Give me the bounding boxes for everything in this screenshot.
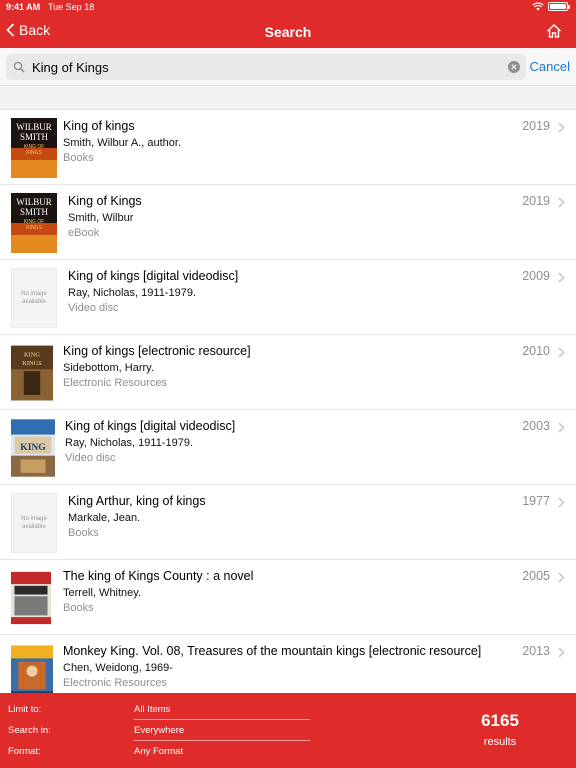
- results-list: WILBUR SMITH KING OF KINGS King of kings…: [0, 110, 576, 693]
- limit-to-selector[interactable]: All Items: [134, 704, 170, 715]
- result-format: Books: [68, 527, 99, 539]
- format-label: Format:: [8, 746, 41, 757]
- limit-to-label: Limit to:: [8, 704, 42, 715]
- result-title: King Arthur, king of kings: [68, 494, 206, 508]
- result-title: King of kings: [63, 119, 135, 133]
- no-image-text: No image available: [21, 291, 47, 305]
- search-filters-footer: Limit to: All Items Search in: Everywher…: [0, 693, 576, 768]
- result-format: Electronic Resources: [63, 677, 167, 689]
- result-format: Books: [63, 602, 94, 614]
- result-year: 1977: [522, 494, 550, 508]
- result-title: King of kings [digital videodisc]: [68, 269, 239, 283]
- svg-text:KING: KING: [20, 442, 46, 453]
- navigation-bar: Back Search: [0, 18, 576, 46]
- search-in-selector[interactable]: Everywhere: [134, 725, 184, 736]
- chevron-right-icon: [558, 497, 565, 508]
- result-year: 2003: [522, 419, 550, 433]
- divider: [134, 719, 310, 720]
- result-title: The king of Kings County : a novel: [63, 569, 254, 583]
- page-title: Search: [264, 24, 312, 40]
- no-image-placeholder: No image available: [11, 493, 57, 553]
- dvd-cover-image: KING: [11, 419, 55, 477]
- result-author: Smith, Wilbur A., author.: [63, 137, 181, 149]
- list-item[interactable]: No image available King of kings [digita…: [0, 260, 576, 335]
- chevron-right-icon: [558, 422, 565, 433]
- result-author: Ray, Nicholas, 1911-1979.: [65, 437, 193, 449]
- status-date: Tue Sep 18: [48, 2, 95, 12]
- search-icon: [13, 61, 25, 73]
- list-item[interactable]: The king of Kings County : a novel Terre…: [0, 560, 576, 635]
- no-image-text: No image available: [21, 516, 47, 530]
- result-format: Video disc: [65, 452, 116, 464]
- cancel-button[interactable]: Cancel: [530, 59, 570, 74]
- list-item[interactable]: KING KINGS King of kings [electronic res…: [0, 335, 576, 410]
- book-cover-image: KING KINGS: [11, 345, 53, 401]
- result-author: Terrell, Whitney.: [63, 587, 142, 599]
- book-cover-image: WILBUR SMITH KING OF KINGS: [11, 118, 57, 178]
- svg-text:KINGS: KINGS: [26, 225, 42, 231]
- result-author: Sidebottom, Harry.: [63, 362, 154, 374]
- search-bar: Cancel: [0, 48, 576, 86]
- results-count-label: results: [483, 736, 517, 748]
- svg-text:SMITH: SMITH: [20, 132, 49, 142]
- list-item[interactable]: WILBUR SMITH KING OF KINGS King of kings…: [0, 110, 576, 185]
- status-indicators: [532, 2, 570, 11]
- chevron-right-icon: [558, 647, 565, 658]
- divider: [134, 740, 310, 741]
- chevron-right-icon: [558, 122, 565, 133]
- results-count: 6165: [481, 711, 519, 730]
- battery-icon: [548, 2, 570, 11]
- status-bar: 9:41 AM Tue Sep 18: [0, 0, 576, 14]
- result-title: Monkey King. Vol. 08, Treasures of the m…: [63, 644, 482, 658]
- chevron-right-icon: [558, 347, 565, 358]
- result-year: 2019: [522, 119, 550, 133]
- svg-text:SMITH: SMITH: [20, 207, 49, 217]
- clear-icon[interactable]: [508, 61, 520, 73]
- list-item[interactable]: KING King of kings [digital videodisc] R…: [0, 410, 576, 485]
- result-author: Smith, Wilbur: [68, 212, 134, 224]
- svg-text:KING: KING: [24, 352, 40, 359]
- chevron-right-icon: [558, 572, 565, 583]
- list-item[interactable]: WILBUR SMITH KING OF KINGS King of Kings…: [0, 185, 576, 260]
- chevron-right-icon: [558, 197, 565, 208]
- format-selector[interactable]: Any Format: [134, 746, 183, 757]
- section-spacer: [0, 86, 576, 110]
- header-bar: 9:41 AM Tue Sep 18 Back Search: [0, 0, 576, 48]
- result-year: 2009: [522, 269, 550, 283]
- search-input[interactable]: [32, 57, 502, 77]
- result-format: eBook: [68, 227, 100, 239]
- svg-text:KINGS: KINGS: [26, 150, 42, 156]
- result-year: 2005: [522, 569, 550, 583]
- result-year: 2019: [522, 194, 550, 208]
- svg-text:WILBUR: WILBUR: [16, 197, 52, 207]
- list-item[interactable]: No image available King Arthur, king of …: [0, 485, 576, 560]
- list-item[interactable]: Monkey King. Vol. 08, Treasures of the m…: [0, 635, 576, 693]
- result-author: Chen, Weidong, 1969-: [63, 662, 173, 674]
- result-year: 2013: [522, 644, 550, 658]
- book-cover-image: WILBUR SMITH KING OF KINGS: [11, 193, 57, 253]
- search-in-label: Search in:: [8, 725, 51, 736]
- book-cover-image: [11, 571, 51, 625]
- result-title: King of Kings: [68, 194, 142, 208]
- result-format: Video disc: [68, 302, 119, 314]
- result-title: King of kings [electronic resource]: [63, 344, 251, 358]
- result-format: Books: [63, 152, 94, 164]
- book-cover-image: [11, 645, 53, 693]
- result-author: Ray, Nicholas, 1911-1979.: [68, 287, 196, 299]
- chevron-right-icon: [558, 272, 565, 283]
- wifi-icon: [532, 2, 544, 11]
- result-year: 2010: [522, 344, 550, 358]
- result-author: Markale, Jean.: [68, 512, 141, 524]
- svg-text:WILBUR: WILBUR: [16, 122, 52, 132]
- no-image-placeholder: No image available: [11, 268, 57, 328]
- status-time: 9:41 AM: [6, 2, 41, 12]
- home-icon[interactable]: [546, 23, 562, 39]
- result-title: King of kings [digital videodisc]: [65, 419, 236, 433]
- search-field[interactable]: [6, 54, 526, 80]
- svg-text:KINGS: KINGS: [22, 360, 42, 367]
- result-format: Electronic Resources: [63, 377, 167, 389]
